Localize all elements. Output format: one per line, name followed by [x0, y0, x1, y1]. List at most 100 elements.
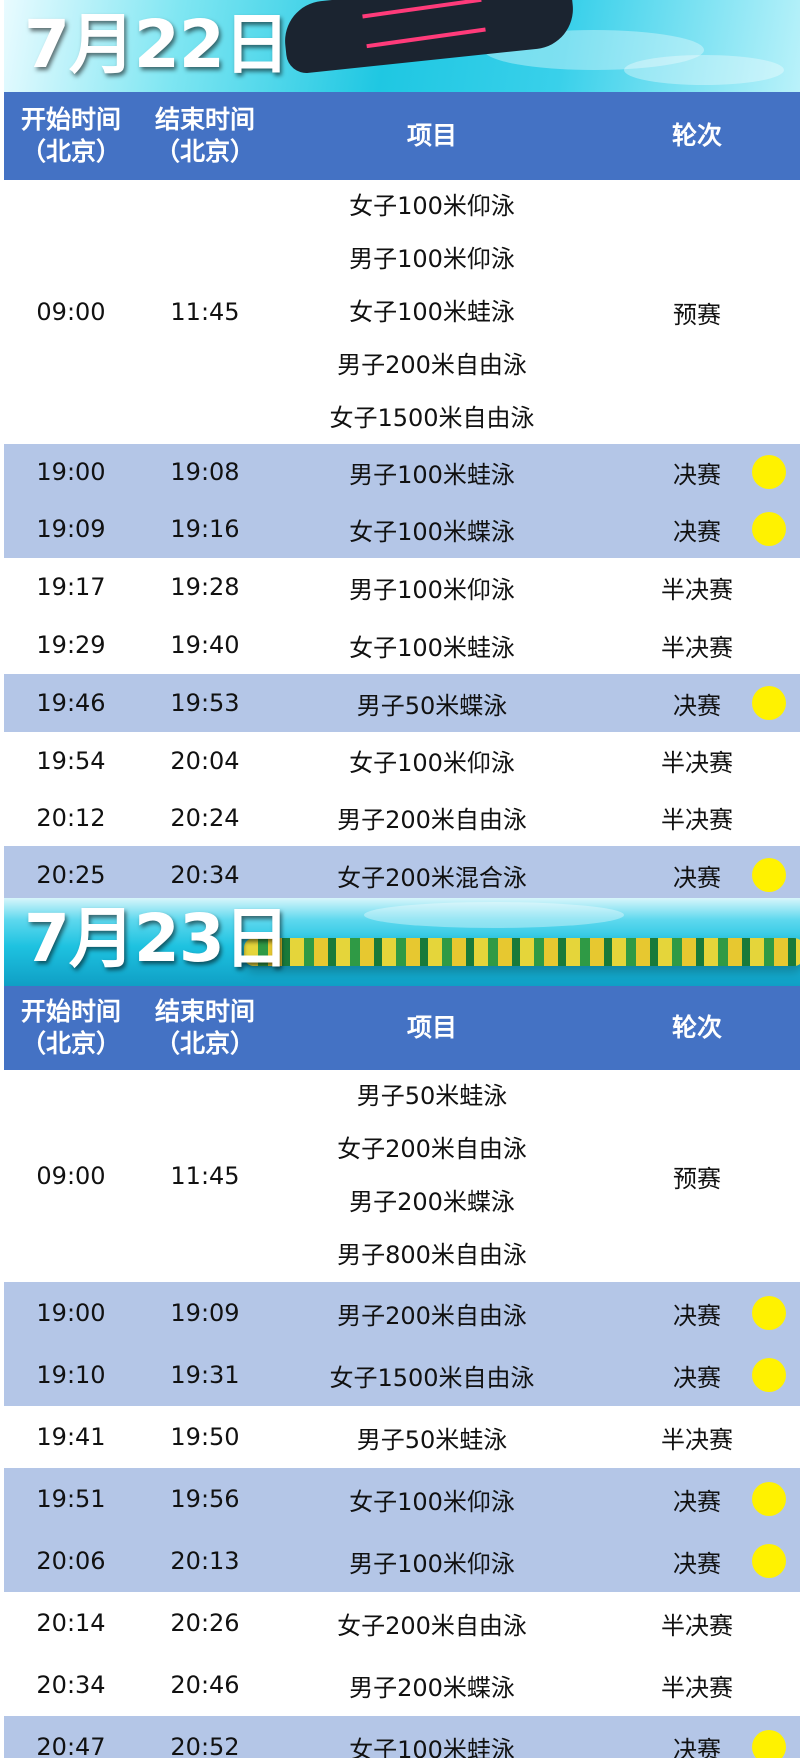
- header-end-time: 结束时间 （北京）: [138, 92, 272, 180]
- round: 半决赛: [661, 575, 733, 604]
- table-row: 19:10 19:31 女子1500米自由泳 决赛: [4, 1344, 800, 1406]
- day-banner: 7月22日: [4, 0, 800, 92]
- table-row: 19:00 19:08 男子100米蛙泳 决赛: [4, 444, 800, 500]
- event-name: 男子100米仰泳: [349, 244, 515, 273]
- start-time: 19:00: [36, 1299, 106, 1327]
- round: 半决赛: [661, 1673, 733, 1702]
- header-round-label: 轮次: [671, 120, 722, 150]
- event-cell: 女子100米仰泳 男子100米仰泳 女子100米蛙泳 男子200米自由泳 女子1500米…: [272, 180, 592, 444]
- event-cell: 男子50米蝶泳: [272, 674, 592, 732]
- event-cell: 男子50米蛙泳: [272, 1406, 592, 1468]
- start-time: 09:00: [36, 1162, 106, 1190]
- header-event-label: 项目: [406, 1012, 457, 1042]
- start-time: 19:51: [36, 1485, 106, 1513]
- header-start-time: 开始时间 （北京）: [4, 986, 138, 1070]
- day-date: 7月23日: [24, 900, 290, 977]
- header-round: 轮次: [592, 92, 800, 180]
- event-name: 女子100米仰泳: [349, 1487, 515, 1516]
- start-time: 19:54: [36, 746, 106, 775]
- event-cell: 男子100米蛙泳: [272, 444, 592, 500]
- event-name: 女子100米蛙泳: [349, 633, 515, 662]
- gold-medal-icon: [752, 1358, 786, 1392]
- table-row: 19:51 19:56 女子100米仰泳 决赛: [4, 1468, 800, 1530]
- event-name: 男子200米自由泳: [337, 1301, 527, 1330]
- start-time: 19:41: [36, 1423, 106, 1451]
- table-header: 开始时间 （北京） 结束时间 （北京） 项目 轮次: [4, 92, 800, 180]
- event-name: 男子50米蝶泳: [356, 691, 508, 720]
- event-name: 女子100米仰泳: [349, 749, 515, 777]
- start-time: 19:09: [36, 515, 106, 543]
- round: 半决赛: [661, 749, 733, 777]
- table-row: 19:41 19:50 男子50米蛙泳 半决赛: [4, 1406, 800, 1468]
- header-start-sub: （北京）: [20, 137, 121, 166]
- end-time: 19:09: [170, 1299, 240, 1327]
- table-header: 开始时间 （北京） 结束时间 （北京） 项目 轮次: [4, 986, 800, 1070]
- end-time: 11:45: [170, 1162, 240, 1190]
- event-cell: 女子100米蝶泳: [272, 500, 592, 558]
- start-time: 19:17: [36, 573, 106, 601]
- start-time: 20:34: [36, 1671, 106, 1699]
- table-row: 20:12 20:24 男子200米自由泳 半决赛: [4, 789, 800, 846]
- event-cell: 女子100米仰泳: [272, 1468, 592, 1530]
- end-time: 19:40: [170, 631, 240, 659]
- gold-medal-icon: [752, 1482, 786, 1516]
- end-time: 19:28: [170, 573, 240, 601]
- event-name: 男子100米蛙泳: [349, 460, 515, 489]
- water-ripple: [364, 902, 624, 928]
- start-time: 19:10: [36, 1361, 106, 1389]
- end-time: 11:45: [170, 298, 240, 326]
- start-time: 19:00: [36, 458, 106, 486]
- event-name: 女子200米自由泳: [337, 1611, 527, 1640]
- start-time: 19:29: [36, 631, 106, 659]
- header-start-time: 开始时间 （北京）: [4, 92, 138, 180]
- gold-medal-icon: [752, 686, 786, 720]
- start-time: 20:14: [36, 1609, 106, 1637]
- event-name: 男子200米自由泳: [337, 806, 527, 834]
- event-cell: 女子200米自由泳: [272, 1592, 592, 1654]
- event-cell: 女子100米仰泳: [272, 732, 592, 789]
- start-time: 20:06: [36, 1547, 106, 1575]
- table-row: 20:47 20:52 女子100米蛙泳 决赛: [4, 1716, 800, 1758]
- table-row: 20:06 20:13 男子100米仰泳 决赛: [4, 1530, 800, 1592]
- end-time: 19:08: [170, 458, 240, 486]
- table-row: 20:34 20:46 男子200米蝶泳 半决赛: [4, 1654, 800, 1716]
- end-time: 20:52: [170, 1733, 240, 1758]
- start-time: 20:47: [36, 1733, 106, 1758]
- header-end-sub: （北京）: [154, 137, 255, 166]
- event-name: 男子100米仰泳: [349, 575, 515, 604]
- header-round: 轮次: [592, 986, 800, 1070]
- header-end-label: 结束时间: [154, 104, 255, 134]
- round: 半决赛: [661, 806, 733, 834]
- end-time: 20:34: [170, 861, 240, 889]
- table-row: 19:29 19:40 女子100米蛙泳 半决赛: [4, 616, 800, 674]
- schedule-page: 7月22日 开始时间 （北京） 结束时间 （北京） 项目 轮次 09:00 11:…: [0, 0, 800, 1758]
- event-cell: 男子200米蝶泳: [272, 1654, 592, 1716]
- header-end-sub: （北京）: [154, 1029, 255, 1058]
- header-end-time: 结束时间 （北京）: [138, 986, 272, 1070]
- end-time: 20:26: [170, 1609, 240, 1637]
- table-row: 09:00 11:45 男子50米蛙泳 女子200米自由泳 男子200米蝶泳 男子800米…: [4, 1070, 800, 1282]
- round: 预赛: [673, 1164, 721, 1193]
- end-time: 19:53: [170, 689, 240, 717]
- table-row: 19:46 19:53 男子50米蝶泳 决赛: [4, 674, 800, 732]
- round: 预赛: [673, 300, 721, 329]
- event-cell: 男子200米自由泳: [272, 1282, 592, 1344]
- header-start-label: 开始时间: [20, 104, 121, 134]
- table-row: 19:17 19:28 男子100米仰泳 半决赛: [4, 558, 800, 616]
- end-time: 20:24: [170, 803, 240, 832]
- header-round-label: 轮次: [671, 1012, 722, 1042]
- header-start-label: 开始时间: [20, 996, 121, 1026]
- table-row: 19:00 19:09 男子200米自由泳 决赛: [4, 1282, 800, 1344]
- header-end-label: 结束时间: [154, 996, 255, 1026]
- event-name: 男子200米蝶泳: [349, 1673, 515, 1702]
- event-cell: 女子100米蛙泳: [272, 616, 592, 674]
- event-name: 男子50米蛙泳: [356, 1425, 508, 1454]
- end-time: 20:46: [170, 1671, 240, 1699]
- event-cell: 女子1500米自由泳: [272, 1344, 592, 1406]
- event-name: 男子100米仰泳: [349, 1549, 515, 1578]
- round: 半决赛: [661, 1611, 733, 1640]
- end-time: 20:04: [170, 746, 240, 775]
- table-row: 09:00 11:45 女子100米仰泳 男子100米仰泳 女子100米蛙泳 男子200米…: [4, 180, 800, 444]
- gold-medal-icon: [752, 858, 786, 892]
- event-name: 女子100米蛙泳: [349, 297, 515, 326]
